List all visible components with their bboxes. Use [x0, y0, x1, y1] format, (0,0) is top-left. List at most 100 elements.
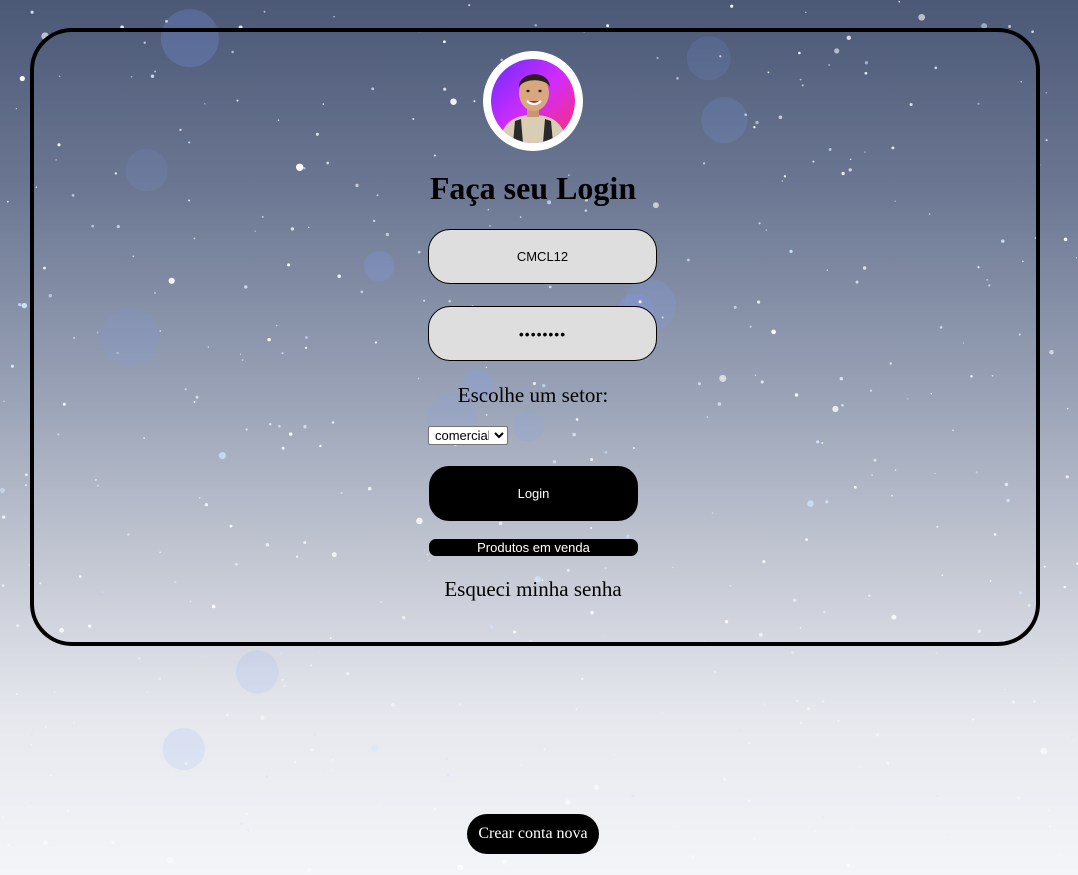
- produtos-em-venda-button[interactable]: Produtos em venda: [429, 539, 638, 556]
- star: [333, 16, 335, 18]
- star: [1059, 854, 1062, 856]
- star: [807, 707, 811, 711]
- star: [260, 715, 265, 720]
- star: [7, 843, 10, 847]
- star: [1045, 139, 1048, 142]
- star: [10, 364, 14, 368]
- star: [240, 822, 243, 825]
- star: [1060, 658, 1064, 662]
- star: [0, 488, 5, 493]
- star: [1045, 91, 1048, 94]
- star: [1017, 796, 1021, 800]
- star: [1033, 700, 1036, 703]
- star: [18, 302, 22, 307]
- star: [593, 784, 599, 790]
- star: [459, 702, 462, 706]
- star: [53, 691, 56, 693]
- star: [346, 672, 350, 676]
- star: [1063, 585, 1067, 589]
- star: [796, 699, 799, 703]
- login-button[interactable]: Login: [429, 466, 638, 521]
- star: [376, 800, 379, 803]
- star: [886, 761, 890, 765]
- star: [30, 10, 34, 14]
- star: [1066, 407, 1069, 410]
- star: [821, 816, 824, 819]
- star: [184, 762, 188, 766]
- star: [1004, 689, 1006, 691]
- star: [310, 664, 313, 667]
- create-account-button[interactable]: Crear conta nova: [467, 814, 599, 854]
- star: [918, 13, 926, 21]
- star: [730, 4, 734, 8]
- star: [245, 813, 248, 816]
- star: [331, 769, 333, 771]
- star: [1040, 747, 1048, 755]
- star: [73, 721, 75, 724]
- star: [711, 675, 714, 678]
- star: [821, 699, 825, 703]
- username-input[interactable]: [428, 229, 657, 284]
- star: [597, 850, 600, 853]
- star: [502, 859, 508, 865]
- star: [858, 766, 861, 769]
- star: [543, 748, 546, 751]
- star: [200, 655, 204, 658]
- star: [763, 703, 766, 705]
- star: [1063, 237, 1068, 242]
- star: [692, 855, 695, 858]
- star: [468, 3, 471, 7]
- star: [747, 741, 751, 745]
- star: [791, 650, 794, 654]
- star: [310, 748, 314, 752]
- person-photo-icon: [491, 59, 575, 143]
- star: [49, 774, 52, 777]
- star: [457, 864, 464, 871]
- profile-photo: [491, 59, 575, 143]
- setor-select[interactable]: comercial: [428, 426, 508, 445]
- star: [557, 857, 560, 859]
- star: [111, 840, 115, 844]
- star: [24, 484, 28, 487]
- star: [1, 816, 4, 819]
- star: [15, 108, 18, 110]
- star: [946, 834, 949, 836]
- star: [294, 760, 297, 764]
- star: [851, 828, 854, 830]
- star: [43, 840, 49, 846]
- avatar: [483, 51, 583, 151]
- star: [263, 10, 266, 13]
- star: [3, 400, 5, 402]
- star: [1, 584, 5, 587]
- star: [631, 794, 635, 798]
- star: [717, 771, 719, 774]
- star: [1, 515, 6, 519]
- star: [433, 808, 437, 811]
- star: [1065, 475, 1069, 479]
- star: [936, 794, 939, 797]
- star: [317, 649, 320, 653]
- star: [281, 678, 284, 682]
- star: [265, 775, 269, 778]
- star: [677, 826, 679, 828]
- star: [21, 302, 28, 309]
- forgot-password-link[interactable]: Esqueci minha senha: [383, 577, 683, 602]
- star: [753, 837, 756, 840]
- star: [165, 19, 168, 23]
- star: [722, 777, 726, 781]
- star: [972, 718, 975, 721]
- star: [1075, 257, 1078, 259]
- star: [713, 670, 717, 674]
- star: [805, 11, 807, 14]
- star: [274, 682, 277, 685]
- star: [1043, 565, 1046, 568]
- password-input[interactable]: [428, 306, 657, 361]
- star: [738, 728, 742, 732]
- star: [279, 651, 283, 655]
- star: [30, 732, 33, 736]
- star: [814, 830, 817, 833]
- star: [534, 24, 537, 27]
- star: [747, 799, 751, 802]
- star: [799, 721, 803, 725]
- star: [30, 801, 32, 804]
